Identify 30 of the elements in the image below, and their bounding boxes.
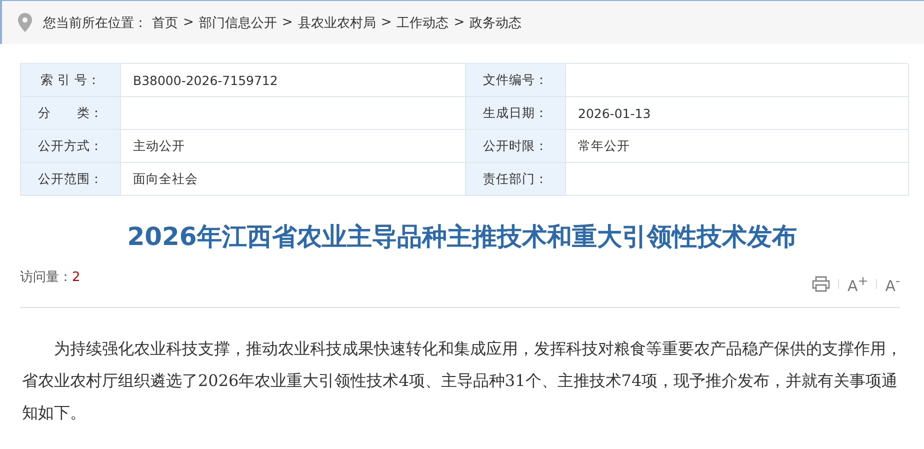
- font-size-button[interactable]: A$^{+}$: [847, 273, 868, 295]
- breadcrumb-label: 您当前所在位置：: [43, 14, 147, 32]
- field-label: 索 引 号：: [21, 64, 121, 97]
- breadcrumb-link[interactable]: 部门信息公开: [198, 14, 277, 32]
- field-value: 面向全社会: [121, 163, 466, 196]
- field-value: 主动公开: [121, 130, 466, 163]
- field-label: 公开方式：: [21, 130, 121, 163]
- field-value: B38000-2026-7159712: [121, 64, 466, 97]
- field-value: 2026-01-13: [566, 97, 909, 130]
- breadcrumb-separator: >: [183, 15, 194, 30]
- breadcrumb-link[interactable]: 工作动态: [396, 14, 449, 32]
- field-label: 分 类：: [21, 97, 121, 130]
- field-label: 责任部门：: [466, 163, 566, 196]
- field-label: 公开时限：: [466, 130, 566, 163]
- font-size-button[interactable]: A$^{-}$: [885, 273, 900, 295]
- breadcrumb-separator: >: [282, 15, 293, 30]
- breadcrumb-separator: >: [380, 15, 392, 30]
- article-paragraph: 为持续强化农业科技支撑，推动农业科技成果快速转化和集成应用，发挥科技对粮食等重要农产品稳产保供的支撑作用，省农业农村厅组织遴选了2026年农业重大引领性技术4项、主导品种31个、主推技术74项，现予推介发布，并就有关事项通知如下。: [22, 338, 902, 424]
- visit-count: 访问量：2: [20, 269, 80, 286]
- breadcrumb-link[interactable]: 县农业农村局: [298, 14, 376, 32]
- field-label: 文件编号：: [466, 64, 566, 97]
- breadcrumb-link[interactable]: 政务动态: [470, 14, 522, 32]
- breadcrumb-link[interactable]: 首页: [152, 14, 178, 32]
- article-title: 2026年江西省农业主导品种主推技术和重大引领性技术发布: [126, 221, 798, 253]
- field-value: 常年公开: [566, 130, 909, 163]
- field-label: 生成日期：: [466, 97, 566, 130]
- field-label: 公开范围：: [21, 163, 121, 196]
- breadcrumb-separator: >: [454, 15, 465, 30]
- print-icon[interactable]: [812, 276, 830, 292]
- location-pin-icon: [18, 13, 32, 32]
